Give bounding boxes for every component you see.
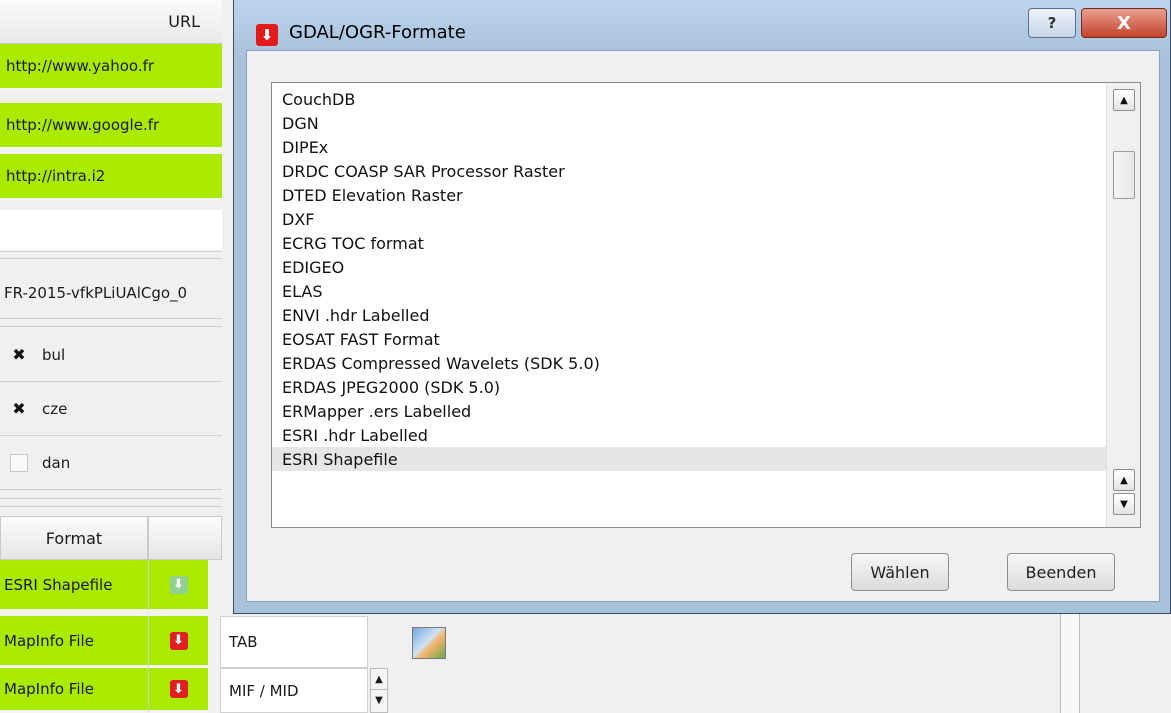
icon-column-header[interactable] [148, 516, 222, 560]
list-item[interactable]: DIPEx [272, 135, 1106, 159]
scroll-up-icon[interactable]: ▲ [1113, 89, 1135, 111]
formats-listbox[interactable]: CouchDB DGN DIPEx DRDC COASP SAR Process… [271, 82, 1141, 528]
format-extension-cell[interactable]: MIF / MID [220, 668, 368, 713]
list-item[interactable]: ERDAS JPEG2000 (SDK 5.0) [272, 375, 1106, 399]
url-row-text: http://www.yahoo.fr [6, 57, 155, 75]
format-extension: MIF / MID [229, 681, 299, 700]
help-button[interactable]: ? [1028, 8, 1076, 38]
url-column-header-label: URL [168, 12, 200, 31]
list-item[interactable]: ERMapper .ers Labelled [272, 399, 1106, 423]
scroll-down-icon[interactable]: ▼ [1113, 493, 1135, 515]
scroll-up-icon[interactable]: ▲ [1113, 469, 1135, 491]
dialog-client-area: CouchDB DGN DIPEx DRDC COASP SAR Process… [246, 50, 1160, 602]
list-item[interactable]: ELAS [272, 279, 1106, 303]
format-extension-cell[interactable]: TAB [220, 616, 368, 668]
url-row-text: http://intra.i2 [6, 167, 106, 185]
list-item[interactable]: ESRI .hdr Labelled [272, 423, 1106, 447]
extension-scrollbar[interactable]: ▲ ▼ [370, 668, 388, 713]
list-item[interactable]: DTED Elevation Raster [272, 183, 1106, 207]
language-label: cze [42, 399, 68, 418]
divider [0, 258, 222, 259]
choose-button[interactable]: Wählen [851, 553, 949, 591]
list-item-selected[interactable]: ESRI Shapefile [272, 447, 1106, 471]
format-name: MapInfo File [4, 631, 94, 650]
list-scrollbar[interactable]: ▲ ▲ ▼ [1106, 83, 1140, 527]
language-label: dan [42, 453, 71, 472]
divider [0, 326, 222, 327]
close-button[interactable]: X [1081, 8, 1167, 38]
image-edit-icon[interactable] [412, 627, 446, 659]
scroll-down-icon[interactable]: ▼ [371, 690, 387, 710]
url-row[interactable]: http://www.google.fr [0, 103, 222, 150]
list-item[interactable]: ENVI .hdr Labelled [272, 303, 1106, 327]
format-row-icon-cell[interactable]: ⬇ [148, 616, 208, 668]
format-extension: TAB [229, 633, 258, 651]
gdal-download-icon: ⬇ [256, 24, 278, 46]
format-row-name[interactable]: ESRI Shapefile [0, 560, 148, 612]
url-row-text: http://www.google.fr [6, 116, 160, 134]
download-icon: ⬇ [169, 680, 188, 698]
scroll-up-icon[interactable]: ▲ [371, 669, 387, 690]
language-row-dan[interactable]: dan [0, 436, 222, 490]
divider [0, 251, 222, 252]
id-field[interactable]: FR-2015-vfkPLiUAlCgo_0 [0, 268, 222, 318]
divider [0, 506, 222, 507]
quit-button-label: Beenden [1025, 562, 1097, 582]
url-row[interactable]: http://www.yahoo.fr [0, 44, 222, 91]
help-icon: ? [1047, 14, 1057, 32]
dialog-title: GDAL/OGR-Formate [289, 22, 466, 43]
language-row-cze[interactable]: ✖ cze [0, 382, 222, 436]
background-scrollbar[interactable] [1060, 610, 1080, 713]
download-icon: ⬇ [169, 631, 188, 650]
list-item[interactable]: EOSAT FAST Format [272, 327, 1106, 351]
list-item[interactable]: ECRG TOC format [272, 231, 1106, 255]
checkbox-checked-icon[interactable]: ✖ [10, 399, 28, 418]
format-name: ESRI Shapefile [4, 575, 113, 594]
url-row[interactable]: http://intra.i2 [0, 154, 222, 201]
format-name: MapInfo File [4, 680, 94, 698]
id-field-value: FR-2015-vfkPLiUAlCgo_0 [4, 284, 188, 302]
quit-button[interactable]: Beenden [1007, 553, 1115, 591]
gdal-formats-dialog: ⬇ GDAL/OGR-Formate ? X CouchDB DGN DIPEx… [233, 0, 1171, 614]
list-item[interactable]: EDIGEO [272, 255, 1106, 279]
format-row-icon-cell[interactable]: ⬇ [148, 668, 208, 713]
language-row-bul[interactable]: ✖ bul [0, 328, 222, 382]
choose-button-label: Wählen [870, 562, 930, 582]
close-icon: X [1117, 12, 1131, 34]
download-icon: ⬇ [169, 575, 188, 594]
scroll-thumb[interactable] [1113, 151, 1135, 199]
format-column-header[interactable]: Format [0, 516, 148, 560]
list-item[interactable]: DXF [272, 207, 1106, 231]
language-label: bul [42, 345, 66, 364]
list-item[interactable]: ERDAS Compressed Wavelets (SDK 5.0) [272, 351, 1106, 375]
format-row-name[interactable]: MapInfo File [0, 616, 148, 668]
format-column-header-label: Format [45, 528, 103, 548]
checkbox-unchecked-icon[interactable] [10, 453, 28, 472]
divider [0, 498, 222, 499]
list-item[interactable]: DRDC COASP SAR Processor Raster [272, 159, 1106, 183]
format-row-name[interactable]: MapInfo File [0, 668, 148, 713]
url-column-header[interactable]: URL [0, 0, 222, 44]
list-item[interactable]: DGN [272, 111, 1106, 135]
checkbox-checked-icon[interactable]: ✖ [10, 345, 28, 364]
url-empty-row [0, 210, 222, 250]
list-item[interactable]: CouchDB [272, 87, 1106, 111]
divider [0, 318, 222, 319]
format-row-icon-cell[interactable]: ⬇ [148, 560, 208, 612]
